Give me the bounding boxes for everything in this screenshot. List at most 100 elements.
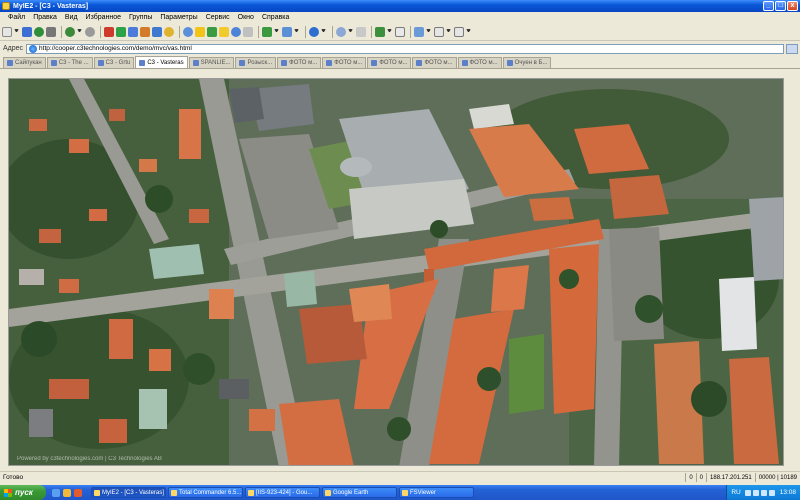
tray-network-icon[interactable] [744,489,751,496]
toolbar-separator [100,25,101,38]
tray-update-icon[interactable] [768,489,775,496]
status-cell-popups: 0 [685,473,695,482]
task-fsviewer[interactable]: FSViewer [399,487,474,498]
screen-dropdown-icon[interactable] [426,29,431,34]
download-dropdown-icon[interactable] [387,29,392,34]
window-layout-icon[interactable] [395,26,405,37]
internet-icon[interactable] [309,26,319,37]
globe-icon[interactable] [34,26,44,37]
menu-file[interactable]: Файл [4,14,29,21]
folder-icon[interactable] [219,26,229,37]
history-icon[interactable] [140,26,150,37]
cascade-icon[interactable] [454,26,464,37]
tab-item[interactable]: ФОТО м... [367,57,412,68]
show-desktop-icon[interactable] [52,488,60,497]
start-label: пуск [15,488,33,497]
tab-item[interactable]: ФОТО м... [457,57,502,68]
start-button[interactable]: пуск [0,485,46,500]
proxy-dropdown-icon[interactable] [348,29,353,34]
tile-icon[interactable] [434,26,444,37]
status-cell-downloads: 0 [695,473,706,482]
aerial-map-view[interactable]: Powered by c3technologies.com | C3 Techn… [8,78,784,466]
menu-help[interactable]: Справка [258,14,293,21]
group-dropdown-icon[interactable] [294,29,299,34]
language-indicator[interactable]: RU [731,489,740,496]
status-bar: Готово 0 0 188.17.201.251 00000 | 10189 [0,471,800,483]
maximize-button[interactable]: □ [775,1,786,11]
task-total-commander[interactable]: Total Commander 6.5... [168,487,243,498]
status-traffic: 00000 | 10189 [754,473,800,482]
address-input[interactable]: http://cooper.c3technologies.com/demo/mv… [26,43,784,54]
group-icon[interactable] [282,26,292,37]
tray-antivirus-icon[interactable] [760,489,767,496]
internet-dropdown-icon[interactable] [321,29,326,34]
system-tray: RU 13:08 [726,485,800,500]
print-icon[interactable] [46,26,56,37]
go-button[interactable] [786,43,798,54]
address-url[interactable]: http://cooper.c3technologies.com/demo/mv… [39,45,192,52]
map-watermark: Powered by c3technologies.com | C3 Techn… [17,456,162,462]
media-icon[interactable] [164,26,174,37]
menu-window[interactable]: Окно [234,14,258,21]
task-google-earth[interactable]: Google Earth [322,487,397,498]
tab-item[interactable]: SPANLIE... [188,57,235,68]
media-launch-icon[interactable] [74,488,82,497]
tab-page-icon [239,60,246,66]
close-button[interactable]: x [787,1,798,11]
tile-dropdown-icon[interactable] [446,29,451,34]
tab-page-icon [7,60,13,66]
menu-tools[interactable]: Сервис [202,14,234,21]
tab-item[interactable]: ФОТО м... [322,57,367,68]
tab-page-icon [371,60,378,66]
tab-item[interactable]: C3 - Grtu [93,57,135,68]
task-label: Total Commander 6.5... [179,489,242,496]
tab-label: Очуен в Б... [514,60,548,66]
add-favorite-icon[interactable] [207,26,217,37]
tab-item[interactable]: ФОТО м... [277,57,322,68]
menu-edit[interactable]: Правка [29,14,61,21]
aerial-map-canvas[interactable]: Powered by c3technologies.com | C3 Techn… [9,79,784,466]
minimize-button[interactable]: _ [763,1,774,11]
tab-item[interactable]: Очуен в Б... [502,57,552,68]
menu-groups[interactable]: Группы [125,14,156,21]
menu-favorites[interactable]: Избранное [82,14,125,21]
browser-launch-icon[interactable] [63,488,71,497]
new-page-icon[interactable] [2,26,12,37]
zoom-icon[interactable] [243,26,253,37]
new-dropdown-icon[interactable] [14,29,19,34]
menu-options[interactable]: Параметры [156,14,201,21]
app-icon[interactable] [2,2,10,10]
tab-item[interactable]: Розыск... [235,57,277,68]
search-icon[interactable] [183,26,193,37]
tab-item[interactable]: Сайпукан [3,57,46,68]
download-icon[interactable] [375,26,385,37]
proxy-icon[interactable] [336,26,346,37]
screen-icon[interactable] [414,26,424,37]
task-chat[interactable]: [IIS-923-424] - Gou... [245,487,320,498]
tray-volume-icon[interactable] [752,489,759,496]
cascade-dropdown-icon[interactable] [466,29,471,34]
gallery-icon[interactable] [231,26,241,37]
save-icon[interactable] [22,26,32,37]
tab-item[interactable]: ФОТО м... [412,57,457,68]
forward-icon[interactable] [85,26,95,37]
mail-icon[interactable] [152,26,162,37]
mouse-gesture-icon[interactable] [356,26,366,37]
task-app-icon [402,489,408,496]
favorites-star-icon[interactable] [195,26,205,37]
menu-view[interactable]: Вид [61,14,82,21]
tab-item-active[interactable]: C3 - Vasteras [135,56,188,68]
tab-label: ФОТО м... [424,60,453,66]
back-dropdown-icon[interactable] [77,29,82,34]
refresh-icon[interactable] [116,26,126,37]
task-app-icon [248,489,254,496]
tab-item[interactable]: C3 - The ... [46,57,93,68]
clock[interactable]: 13:08 [780,489,796,496]
home-icon[interactable] [128,26,138,37]
task-app-icon [325,489,331,496]
back-icon[interactable] [65,26,75,37]
tabs-dropdown-icon[interactable] [274,29,279,34]
stop-icon[interactable] [104,26,114,37]
tabs-icon[interactable] [262,26,272,37]
task-myie2[interactable]: MyIE2 - [C3 - Vasteras] [91,487,166,498]
